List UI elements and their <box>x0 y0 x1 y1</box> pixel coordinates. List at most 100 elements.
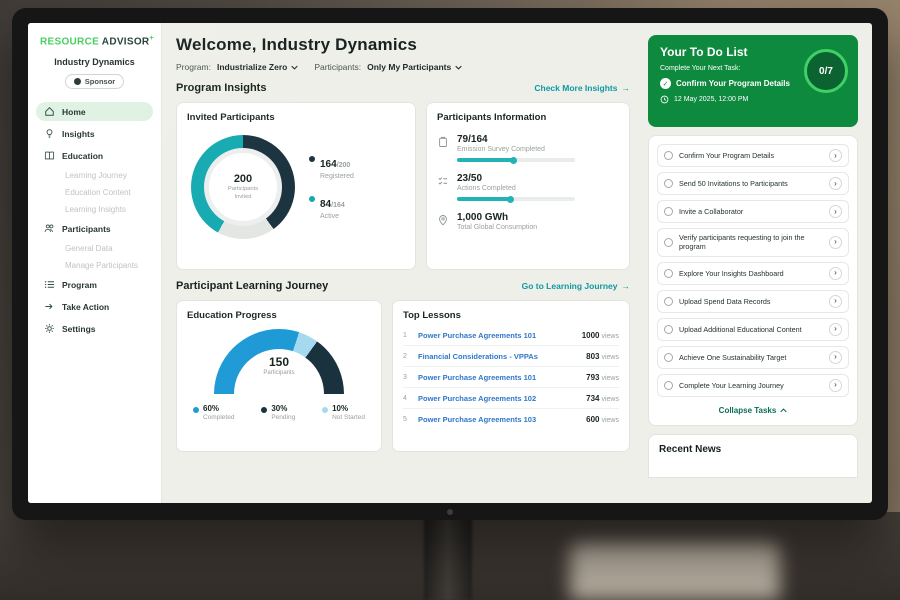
program-filter-dropdown[interactable]: Industrialize Zero <box>217 62 298 72</box>
info-row-actions: 23/50 Actions Completed <box>437 173 619 201</box>
task-chevron-icon[interactable]: › <box>829 379 842 392</box>
sidebar-item-program[interactable]: Program <box>36 275 153 294</box>
sidebar-item-participants[interactable]: Participants <box>36 219 153 238</box>
check-icon: ✓ <box>660 78 671 89</box>
actions-progress-bar <box>457 197 575 201</box>
education-progress-card: Education Progress 150 Participants 60 <box>176 300 382 452</box>
sidebar-item-settings[interactable]: Settings <box>36 319 153 338</box>
education-card-title: Education Progress <box>187 310 371 321</box>
brand-logo: RESOURCE ADVISOR+ <box>36 35 153 47</box>
task-item[interactable]: Upload Spend Data Records › <box>657 290 849 313</box>
progress-knob <box>510 157 517 164</box>
sidebar-item-education-content[interactable]: Education Content <box>36 185 153 200</box>
task-checkbox[interactable] <box>664 353 673 362</box>
task-chevron-icon[interactable]: › <box>829 323 842 336</box>
legend-dot <box>322 407 328 413</box>
info-card-title: Participants Information <box>437 112 619 123</box>
lesson-row: 3 Power Purchase Agreements 101 793views <box>403 367 619 388</box>
chevron-down-icon <box>455 65 462 70</box>
task-chevron-icon[interactable]: › <box>829 205 842 218</box>
task-checkbox[interactable] <box>664 381 673 390</box>
legend-item-pending: 30% Pending <box>261 404 295 421</box>
location-pin-icon <box>437 214 449 226</box>
task-checkbox[interactable] <box>664 325 673 334</box>
brand-logo-secondary: ADVISOR <box>102 36 150 47</box>
lesson-link[interactable]: Power Purchase Agreements 101 <box>418 373 580 382</box>
invited-donut-legend: 164/200 Registered 84/164 Active <box>309 154 354 220</box>
sidebar-item-education[interactable]: Education <box>36 146 153 165</box>
go-to-learning-journey-link[interactable]: Go to Learning Journey → <box>522 281 630 291</box>
progress-knob <box>507 196 514 203</box>
education-gauge-legend: 60% Completed 30% Pending 10% Not Starte… <box>187 404 371 421</box>
invited-card-title: Invited Participants <box>187 112 405 123</box>
emission-survey-progress-bar <box>457 158 575 162</box>
legend-item-not-started: 10% Not Started <box>322 404 365 421</box>
brand-logo-plus: + <box>149 35 153 42</box>
right-panel: Your To Do List Complete Your Next Task:… <box>642 23 872 503</box>
task-checkbox[interactable] <box>664 269 673 278</box>
sidebar-item-label: Program <box>62 280 97 290</box>
task-checkbox[interactable] <box>664 238 673 247</box>
invited-donut-center: 200 Participants Invited <box>204 148 282 226</box>
sponsor-icon <box>74 78 81 85</box>
chevron-down-icon <box>291 65 298 70</box>
recent-news-title: Recent News <box>659 444 847 455</box>
task-item[interactable]: Confirm Your Program Details › <box>657 144 849 167</box>
task-chevron-icon[interactable]: › <box>829 351 842 364</box>
task-checkbox[interactable] <box>664 297 673 306</box>
task-chevron-icon[interactable]: › <box>829 149 842 162</box>
check-more-insights-link[interactable]: Check More Insights → <box>534 83 630 93</box>
photo-background: RESOURCE ADVISOR+ Industry Dynamics Spon… <box>0 0 900 600</box>
task-checkbox[interactable] <box>664 179 673 188</box>
task-item[interactable]: Upload Additional Educational Content › <box>657 318 849 341</box>
desk-object <box>570 542 780 600</box>
task-chevron-icon[interactable]: › <box>829 236 842 249</box>
todo-next-task[interactable]: ✓ Confirm Your Program Details <box>660 78 802 89</box>
task-checkbox[interactable] <box>664 151 673 160</box>
sidebar-item-label: Education <box>62 151 103 161</box>
sidebar-item-label: Take Action <box>62 302 109 312</box>
sidebar-item-learning-journey[interactable]: Learning Journey <box>36 168 153 183</box>
top-lessons-title: Top Lessons <box>403 310 619 321</box>
task-item[interactable]: Complete Your Learning Journey › <box>657 374 849 397</box>
info-row-emission-survey: 79/164 Emission Survey Completed <box>437 134 619 162</box>
lesson-link[interactable]: Power Purchase Agreements 101 <box>418 331 576 340</box>
sidebar-item-home[interactable]: Home <box>36 102 153 121</box>
sidebar-item-manage-participants[interactable]: Manage Participants <box>36 258 153 273</box>
sidebar-item-take-action[interactable]: Take Action <box>36 297 153 316</box>
sidebar-item-general-data[interactable]: General Data <box>36 241 153 256</box>
lesson-link[interactable]: Power Purchase Agreements 103 <box>418 415 580 424</box>
task-chevron-icon[interactable]: › <box>829 177 842 190</box>
info-row-consumption: 1,000 GWh Total Global Consumption <box>437 212 619 231</box>
sidebar-item-label: Settings <box>62 324 96 334</box>
task-chevron-icon[interactable]: › <box>829 267 842 280</box>
lesson-row: 5 Power Purchase Agreements 103 600views <box>403 409 619 429</box>
tasks-card: Confirm Your Program Details › Send 50 I… <box>648 135 858 426</box>
lesson-row: 1 Power Purchase Agreements 101 1000view… <box>403 325 619 346</box>
monitor: RESOURCE ADVISOR+ Industry Dynamics Spon… <box>12 8 888 520</box>
book-icon <box>44 150 55 161</box>
task-item[interactable]: Send 50 Invitations to Participants › <box>657 172 849 195</box>
arrow-action-icon <box>44 301 55 312</box>
sidebar-item-insights[interactable]: Insights <box>36 124 153 143</box>
sidebar-item-label: Insights <box>62 129 95 139</box>
collapse-tasks-link[interactable]: Collapse Tasks <box>657 402 849 417</box>
main-content: Welcome, Industry Dynamics Program: Indu… <box>162 23 642 503</box>
task-item[interactable]: Verify participants requesting to join t… <box>657 228 849 257</box>
sidebar-item-learning-insights[interactable]: Learning Insights <box>36 202 153 217</box>
lesson-link[interactable]: Financial Considerations - VPPAs <box>418 352 580 361</box>
task-checkbox[interactable] <box>664 207 673 216</box>
recent-news-card: Recent News <box>648 434 858 478</box>
participants-filter-label: Participants: <box>314 62 361 72</box>
participants-filter-dropdown[interactable]: Only My Participants <box>367 62 462 72</box>
todo-card: Your To Do List Complete Your Next Task:… <box>648 35 858 127</box>
todo-progress-ring: 0/7 <box>804 49 848 93</box>
task-chevron-icon[interactable]: › <box>829 295 842 308</box>
sidebar-nav: Home Insights Education Learning Journey… <box>36 102 153 338</box>
page-title: Welcome, Industry Dynamics <box>176 35 630 55</box>
lesson-link[interactable]: Power Purchase Agreements 102 <box>418 394 580 403</box>
task-item[interactable]: Explore Your Insights Dashboard › <box>657 262 849 285</box>
task-item[interactable]: Invite a Collaborator › <box>657 200 849 223</box>
task-item[interactable]: Achieve One Sustainability Target › <box>657 346 849 369</box>
monitor-stand <box>424 518 472 600</box>
